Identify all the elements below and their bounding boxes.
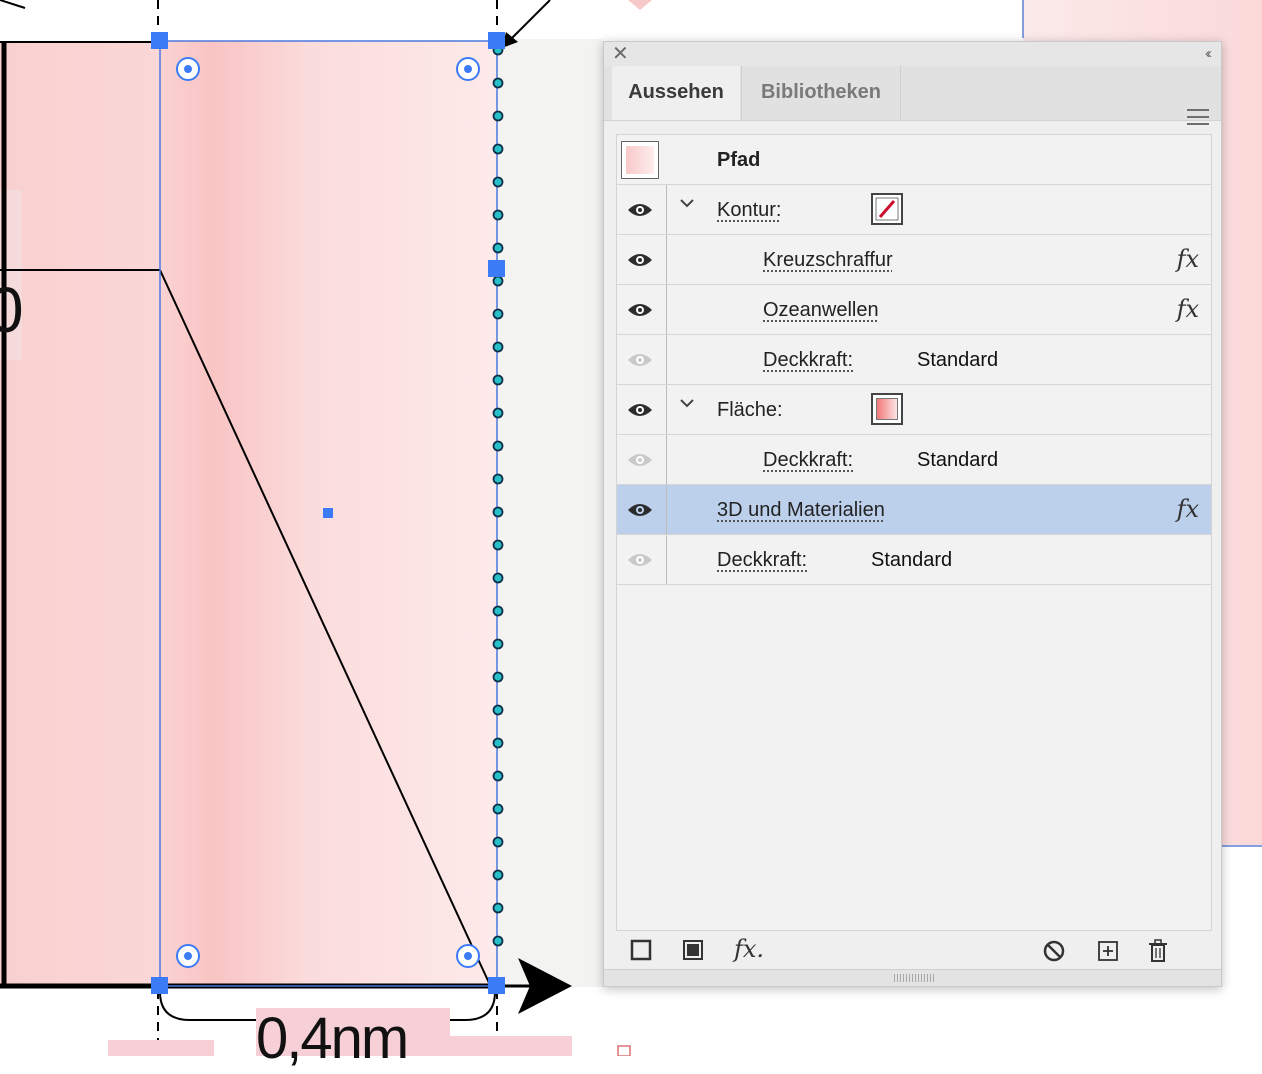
path-anchor-point[interactable] (492, 572, 504, 584)
selection-handle-top-right (488, 32, 505, 49)
list-item-fill-opacity[interactable]: Deckkraft: Standard (617, 435, 1211, 485)
eye-icon-dimmed[interactable] (627, 551, 653, 569)
fx-icon[interactable]: fx (1177, 495, 1199, 523)
eye-icon-dimmed[interactable] (627, 451, 653, 469)
effect-label[interactable]: Kreuzschraffur (763, 249, 893, 272)
selection-handle-mid-right (488, 260, 505, 277)
path-anchor-point[interactable] (492, 935, 504, 947)
duplicate-item-icon[interactable] (1096, 939, 1120, 963)
effect-label[interactable]: 3D und Materialien (717, 499, 885, 522)
path-anchor-point[interactable] (492, 671, 504, 683)
path-anchor-point[interactable] (492, 275, 504, 287)
add-effect-icon[interactable]: fx. (734, 935, 764, 963)
eye-icon[interactable] (627, 501, 653, 519)
path-anchor-point[interactable] (492, 341, 504, 353)
object-thumbnail (621, 141, 659, 179)
close-icon[interactable]: ✕ (612, 44, 629, 64)
clear-appearance-icon[interactable] (1042, 939, 1066, 963)
path-anchor-point[interactable] (492, 77, 504, 89)
object-header-row: Pfad (617, 135, 1211, 185)
eye-icon-dimmed[interactable] (627, 351, 653, 369)
selection-handle-bottom-right (488, 977, 505, 994)
path-anchor-point[interactable] (492, 242, 504, 254)
list-item-object-opacity[interactable]: Deckkraft: Standard (617, 535, 1211, 585)
appearance-panel: ✕ ‹‹ Aussehen Bibliotheken Pfad Kontur: (603, 41, 1222, 987)
path-anchor-point[interactable] (492, 869, 504, 881)
trash-icon[interactable] (1146, 939, 1170, 963)
add-new-stroke-icon[interactable] (630, 939, 652, 961)
partial-digit-label: 0 (0, 274, 24, 346)
path-anchor-point[interactable] (492, 803, 504, 815)
path-anchor-point[interactable] (492, 638, 504, 650)
stroke-swatch[interactable] (871, 193, 903, 225)
path-anchor-point[interactable] (492, 440, 504, 452)
path-anchor-point[interactable] (492, 407, 504, 419)
path-anchor-point[interactable] (492, 308, 504, 320)
fx-icon[interactable]: fx (1177, 245, 1199, 273)
object-title: Pfad (717, 149, 761, 171)
opacity-label[interactable]: Deckkraft: (717, 549, 807, 572)
list-item-fill[interactable]: Fläche: (617, 385, 1211, 435)
chevron-down-icon[interactable] (679, 397, 695, 409)
path-anchor-point[interactable] (492, 770, 504, 782)
list-item-effect-kreuzschraffur[interactable]: Kreuzschraffur fx (617, 235, 1211, 285)
path-anchor-point[interactable] (492, 209, 504, 221)
path-anchor-point[interactable] (492, 539, 504, 551)
path-anchor-point[interactable] (492, 605, 504, 617)
opacity-value: Standard (917, 349, 999, 371)
panel-title-bar[interactable]: ✕ ‹‹ (604, 42, 1221, 66)
path-anchor-point[interactable] (492, 473, 504, 485)
chevron-down-icon[interactable] (679, 197, 695, 209)
path-anchor-point[interactable] (492, 506, 504, 518)
tab-aussehen[interactable]: Aussehen (612, 66, 740, 120)
fill-label[interactable]: Fläche: (717, 399, 783, 422)
list-item-3d-materials[interactable]: 3D und Materialien fx (617, 485, 1211, 535)
selection-handle-top-left (151, 32, 168, 49)
path-anchor-point[interactable] (492, 737, 504, 749)
eye-icon[interactable] (627, 201, 653, 219)
panel-bottom-toolbar: fx. (616, 931, 1212, 971)
panel-resize-grip[interactable] (604, 969, 1221, 986)
path-anchor-point[interactable] (492, 110, 504, 122)
list-item-stroke-opacity[interactable]: Deckkraft: Standard (617, 335, 1211, 385)
path-anchor-point[interactable] (492, 374, 504, 386)
panel-tab-bar: Aussehen Bibliotheken (604, 66, 1221, 125)
appearance-list: Pfad Kontur: Kreuzschraffur fx Ozeanwell… (616, 134, 1212, 931)
opacity-value: Standard (917, 449, 999, 471)
add-new-fill-icon[interactable] (682, 939, 704, 961)
center-point (323, 508, 333, 518)
list-item-effect-ozeanwellen[interactable]: Ozeanwellen fx (617, 285, 1211, 335)
stroke-label[interactable]: Kontur: (717, 199, 781, 222)
top-diamond-shape (628, 0, 652, 10)
eye-icon[interactable] (627, 251, 653, 269)
path-anchor-point[interactable] (492, 836, 504, 848)
eye-icon[interactable] (627, 401, 653, 419)
path-anchor-point[interactable] (492, 704, 504, 716)
opacity-value: Standard (871, 549, 953, 571)
eye-icon[interactable] (627, 301, 653, 319)
effect-label[interactable]: Ozeanwellen (763, 299, 879, 322)
panel-menu-icon[interactable] (1187, 109, 1209, 130)
opacity-label[interactable]: Deckkraft: (763, 449, 853, 472)
opacity-label[interactable]: Deckkraft: (763, 349, 853, 372)
path-anchor-point[interactable] (492, 143, 504, 155)
dimension-label: 0,4nm (256, 1006, 409, 1071)
list-item-stroke[interactable]: Kontur: (617, 185, 1211, 235)
path-anchor-point[interactable] (492, 176, 504, 188)
tab-bibliotheken[interactable]: Bibliotheken (741, 66, 901, 120)
fx-icon[interactable]: fx (1177, 295, 1199, 323)
collapse-icon[interactable]: ‹‹ (1205, 44, 1212, 64)
path-anchor-point[interactable] (492, 902, 504, 914)
selection-handle-bottom-left (151, 977, 168, 994)
fill-swatch[interactable] (871, 393, 903, 425)
